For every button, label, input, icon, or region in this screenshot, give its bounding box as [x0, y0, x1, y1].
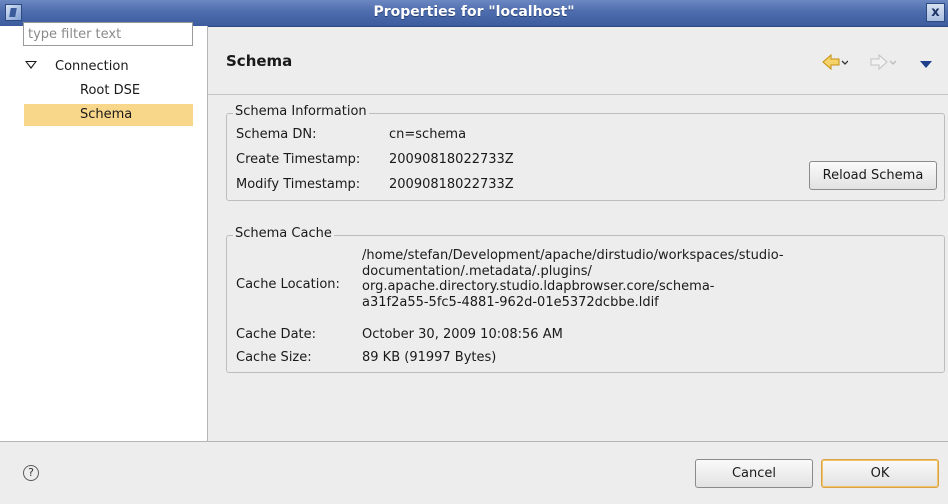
schema-dn-value: cn=schema [389, 127, 467, 142]
expand-triangle-icon[interactable] [25, 60, 37, 69]
cache-date-value: October 30, 2009 10:08:56 AM [362, 327, 563, 342]
cache-date-label: Cache Date: [236, 327, 317, 342]
header-divider [208, 94, 948, 95]
modify-timestamp-label: Modify Timestamp: [236, 177, 361, 192]
footer-divider [0, 441, 948, 442]
group-legend: Schema Information [233, 104, 369, 119]
cache-path-line: /home/stefan/Development/apache/dirstudi… [362, 248, 784, 263]
create-timestamp-value: 20090818022733Z [389, 152, 514, 167]
forward-arrow-icon[interactable] [870, 54, 896, 72]
help-icon[interactable]: ? [23, 465, 39, 481]
modify-timestamp-value: 20090818022733Z [389, 177, 514, 192]
cache-size-label: Cache Size: [236, 350, 312, 365]
ok-button[interactable]: OK [821, 459, 939, 488]
group-legend: Schema Cache [233, 226, 334, 241]
cache-path-line: a31f2a55-5fc5-4881-962d-01e5372dcbbe.ldi… [362, 294, 659, 310]
sidebar-item-label: Connection [55, 59, 129, 74]
schema-information-group: Schema Information Schema DN: cn=schema … [226, 104, 945, 201]
reload-schema-button[interactable]: Reload Schema [809, 161, 937, 190]
sidebar-item-label: Schema [80, 107, 133, 122]
sidebar-item-root-dse[interactable]: Root DSE [24, 80, 194, 102]
cancel-button[interactable]: Cancel [695, 459, 813, 488]
view-menu-icon[interactable] [920, 61, 932, 68]
close-icon[interactable]: x [926, 3, 945, 22]
schema-dn-label: Schema DN: [236, 127, 317, 142]
cache-location-value: /home/stefan/Development/apache/dirstudi… [362, 248, 882, 310]
window-title: Properties for "localhost" [373, 4, 575, 20]
sidebar-item-label: Root DSE [80, 83, 141, 98]
cache-size-value: 89 KB (91997 Bytes) [362, 350, 497, 365]
filter-input[interactable] [23, 22, 193, 46]
schema-cache-group: Schema Cache Cache Location: /home/stefa… [226, 226, 945, 373]
cache-path-line: documentation/.metadata/.plugins/ [362, 263, 592, 279]
cache-location-label: Cache Location: [236, 277, 340, 292]
create-timestamp-label: Create Timestamp: [236, 152, 361, 167]
back-arrow-icon[interactable] [822, 54, 848, 72]
sidebar-item-schema[interactable]: Schema [24, 104, 193, 126]
cache-path-line: org.apache.directory.studio.ldapbrowser.… [362, 279, 715, 294]
page-title: Schema [226, 52, 293, 70]
sidebar-item-connection[interactable]: Connection [25, 56, 195, 78]
properties-dialog: Properties for "localhost" x Connection … [0, 0, 948, 504]
